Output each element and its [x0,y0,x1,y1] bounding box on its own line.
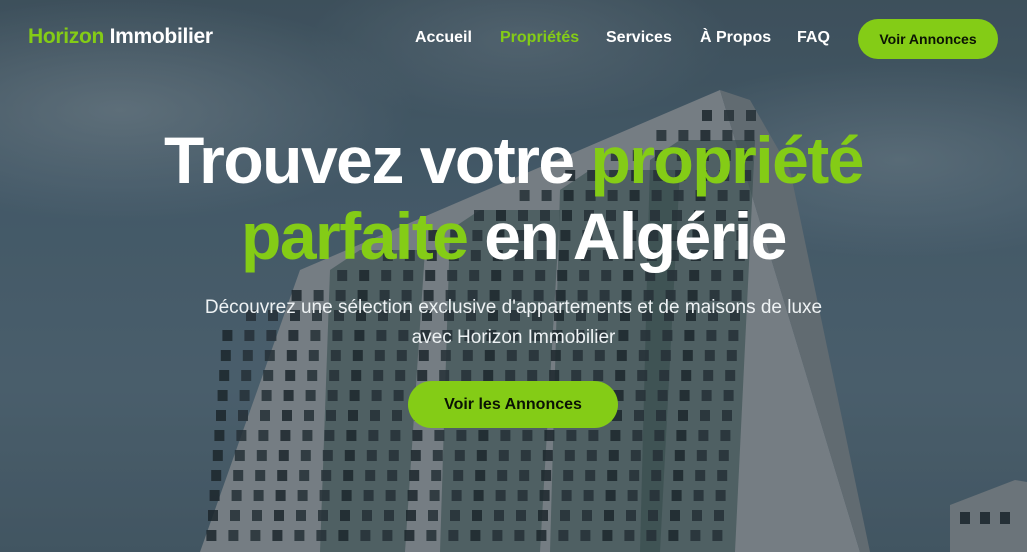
hero-subtitle-line2: avec Horizon Immobilier [411,327,616,348]
title-line1-accent: propriété [590,123,864,197]
nav-proprietes[interactable]: Propriétés [500,29,579,47]
nav-services[interactable]: Services [606,29,672,47]
nav-faq[interactable]: FAQ [797,29,830,47]
nav-a-propos[interactable]: À Propos [700,29,771,47]
view-listings-hero-button[interactable]: Voir les Annonces [408,381,618,428]
view-listings-nav-button[interactable]: Voir Annonces [858,19,998,59]
nav-accueil[interactable]: Accueil [415,29,472,47]
hero-subtitle: Découvrez une sélection exclusive d'appa… [0,293,1027,353]
brand-name-part2: Immobilier [109,25,214,48]
title-line1-white: Trouvez votre [163,123,591,197]
hero-overlay [0,0,1027,552]
brand-name-part1: Horizon [28,25,105,48]
title-line2-white: en Algérie [467,199,787,273]
title-line2-accent: parfaite [241,199,469,273]
hero-section [0,0,1027,552]
navbar: Horizon Immobilier Accueil Propriétés Se… [0,0,1027,78]
hero-subtitle-line1: Découvrez une sélection exclusive d'appa… [204,297,823,318]
brand-logo[interactable]: Horizon Immobilier [28,25,213,49]
hero-title: Trouvez votre propriété parfaite en Algé… [0,122,1027,274]
